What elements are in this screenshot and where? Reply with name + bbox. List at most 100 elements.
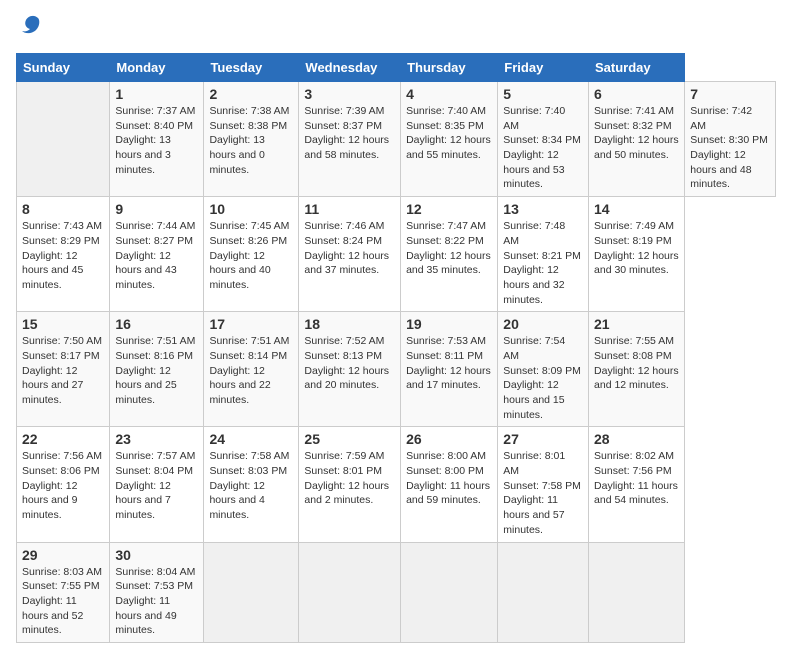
day-info: Sunrise: 7:37 AMSunset: 8:40 PMDaylight:… [115,104,198,177]
day-number: 25 [304,431,395,447]
header-friday: Friday [498,54,589,82]
day-info: Sunrise: 7:46 AMSunset: 8:24 PMDaylight:… [304,219,395,278]
day-number: 27 [503,431,583,447]
day-number: 5 [503,86,583,102]
day-info: Sunrise: 7:43 AMSunset: 8:29 PMDaylight:… [22,219,104,292]
calendar-week-3: 15 Sunrise: 7:50 AMSunset: 8:17 PMDayligh… [17,312,776,427]
calendar-cell: 8Sunrise: 7:43 AMSunset: 8:29 PMDaylight… [17,197,110,312]
day-info: Sunrise: 7:47 AMSunset: 8:22 PMDaylight:… [406,219,492,278]
day-number: 11 [304,201,395,217]
header-saturday: Saturday [589,54,685,82]
calendar-cell: 3Sunrise: 7:39 AMSunset: 8:37 PMDaylight… [299,82,401,197]
day-info: Sunrise: 7:44 AMSunset: 8:27 PMDaylight:… [115,219,198,292]
day-info: Sunrise: 7:40 AMSunset: 8:34 PMDaylight:… [503,104,583,192]
calendar-cell: 23Sunrise: 7:57 AMSunset: 8:04 PMDayligh… [110,427,204,542]
day-number: 16 [115,316,198,332]
day-info: Sunrise: 7:48 AMSunset: 8:21 PMDaylight:… [503,219,583,307]
day-number: 17 [209,316,293,332]
day-info: Sunrise: 8:04 AMSunset: 7:53 PMDaylight:… [115,565,198,638]
calendar-cell: 18 Sunrise: 7:52 AMSunset: 8:13 PMDayligh… [299,312,401,427]
calendar-cell [17,82,110,197]
day-number: 29 [22,547,104,563]
calendar-cell: 7Sunrise: 7:42 AMSunset: 8:30 PMDaylight… [685,82,776,197]
calendar-cell [498,542,589,642]
calendar-table: SundayMondayTuesdayWednesdayThursdayFrid… [16,53,776,643]
header-monday: Monday [110,54,204,82]
calendar-week-5: 29 Sunrise: 8:03 AMSunset: 7:55 PMDayligh… [17,542,776,642]
calendar-cell: 6Sunrise: 7:41 AMSunset: 8:32 PMDaylight… [589,82,685,197]
calendar-cell: 22 Sunrise: 7:56 AMSunset: 8:06 PMDayligh… [17,427,110,542]
calendar-cell [401,542,498,642]
calendar-cell: 16 Sunrise: 7:51 AMSunset: 8:16 PMDayligh… [110,312,204,427]
calendar-cell: 12 Sunrise: 7:47 AMSunset: 8:22 PMDayligh… [401,197,498,312]
calendar-cell: 20 Sunrise: 7:54 AMSunset: 8:09 PMDayligh… [498,312,589,427]
day-number: 18 [304,316,395,332]
calendar-cell: 25 Sunrise: 7:59 AMSunset: 8:01 PMDayligh… [299,427,401,542]
day-info: Sunrise: 7:40 AMSunset: 8:35 PMDaylight:… [406,104,492,163]
calendar-cell: 2 Sunrise: 7:38 AMSunset: 8:38 PMDaylight… [204,82,299,197]
day-number: 28 [594,431,679,447]
day-number: 12 [406,201,492,217]
day-info: Sunrise: 7:51 AMSunset: 8:16 PMDaylight:… [115,334,198,407]
calendar-cell: 27 Sunrise: 8:01 AMSunset: 7:58 PMDayligh… [498,427,589,542]
day-number: 24 [209,431,293,447]
calendar-cell: 4 Sunrise: 7:40 AMSunset: 8:35 PMDaylight… [401,82,498,197]
calendar-header-row: SundayMondayTuesdayWednesdayThursdayFrid… [17,54,776,82]
day-info: Sunrise: 7:56 AMSunset: 8:06 PMDaylight:… [22,449,104,522]
calendar-cell: 28 Sunrise: 8:02 AMSunset: 7:56 PMDayligh… [589,427,685,542]
logo [16,16,42,41]
calendar-cell: 30 Sunrise: 8:04 AMSunset: 7:53 PMDayligh… [110,542,204,642]
day-number: 30 [115,547,198,563]
header-tuesday: Tuesday [204,54,299,82]
day-info: Sunrise: 7:38 AMSunset: 8:38 PMDaylight:… [209,104,293,177]
calendar-cell: 19Sunrise: 7:53 AMSunset: 8:11 PMDayligh… [401,312,498,427]
day-info: Sunrise: 7:51 AMSunset: 8:14 PMDaylight:… [209,334,293,407]
calendar-week-1: 1 Sunrise: 7:37 AMSunset: 8:40 PMDaylight… [17,82,776,197]
calendar-cell: 9 Sunrise: 7:44 AMSunset: 8:27 PMDaylight… [110,197,204,312]
calendar-cell [299,542,401,642]
day-number: 26 [406,431,492,447]
calendar-cell: 21 Sunrise: 7:55 AMSunset: 8:08 PMDayligh… [589,312,685,427]
day-info: Sunrise: 7:52 AMSunset: 8:13 PMDaylight:… [304,334,395,393]
day-info: Sunrise: 7:45 AMSunset: 8:26 PMDaylight:… [209,219,293,292]
day-number: 20 [503,316,583,332]
calendar-cell [204,542,299,642]
day-info: Sunrise: 7:54 AMSunset: 8:09 PMDaylight:… [503,334,583,422]
header-sunday: Sunday [17,54,110,82]
calendar-cell [589,542,685,642]
header-thursday: Thursday [401,54,498,82]
day-info: Sunrise: 7:55 AMSunset: 8:08 PMDaylight:… [594,334,679,393]
day-number: 21 [594,316,679,332]
day-number: 15 [22,316,104,332]
day-info: Sunrise: 7:53 AMSunset: 8:11 PMDaylight:… [406,334,492,393]
calendar-cell: 14 Sunrise: 7:49 AMSunset: 8:19 PMDayligh… [589,197,685,312]
day-number: 4 [406,86,492,102]
day-number: 2 [209,86,293,102]
day-number: 10 [209,201,293,217]
day-number: 7 [690,86,770,102]
day-info: Sunrise: 7:49 AMSunset: 8:19 PMDaylight:… [594,219,679,278]
calendar-cell: 15 Sunrise: 7:50 AMSunset: 8:17 PMDayligh… [17,312,110,427]
calendar-week-2: 8Sunrise: 7:43 AMSunset: 8:29 PMDaylight… [17,197,776,312]
day-number: 1 [115,86,198,102]
day-info: Sunrise: 8:03 AMSunset: 7:55 PMDaylight:… [22,565,104,638]
calendar-cell: 26 Sunrise: 8:00 AMSunset: 8:00 PMDayligh… [401,427,498,542]
day-number: 14 [594,201,679,217]
calendar-cell: 13 Sunrise: 7:48 AMSunset: 8:21 PMDayligh… [498,197,589,312]
day-info: Sunrise: 7:50 AMSunset: 8:17 PMDaylight:… [22,334,104,407]
day-info: Sunrise: 7:57 AMSunset: 8:04 PMDaylight:… [115,449,198,522]
day-info: Sunrise: 7:59 AMSunset: 8:01 PMDaylight:… [304,449,395,508]
day-info: Sunrise: 8:00 AMSunset: 8:00 PMDaylight:… [406,449,492,508]
day-info: Sunrise: 8:01 AMSunset: 7:58 PMDaylight:… [503,449,583,537]
day-number: 3 [304,86,395,102]
day-number: 6 [594,86,679,102]
day-number: 9 [115,201,198,217]
calendar-cell: 11 Sunrise: 7:46 AMSunset: 8:24 PMDayligh… [299,197,401,312]
calendar-cell: 24Sunrise: 7:58 AMSunset: 8:03 PMDayligh… [204,427,299,542]
day-number: 22 [22,431,104,447]
header-wednesday: Wednesday [299,54,401,82]
day-info: Sunrise: 8:02 AMSunset: 7:56 PMDaylight:… [594,449,679,508]
page-header [16,16,776,41]
day-number: 13 [503,201,583,217]
calendar-week-4: 22 Sunrise: 7:56 AMSunset: 8:06 PMDayligh… [17,427,776,542]
